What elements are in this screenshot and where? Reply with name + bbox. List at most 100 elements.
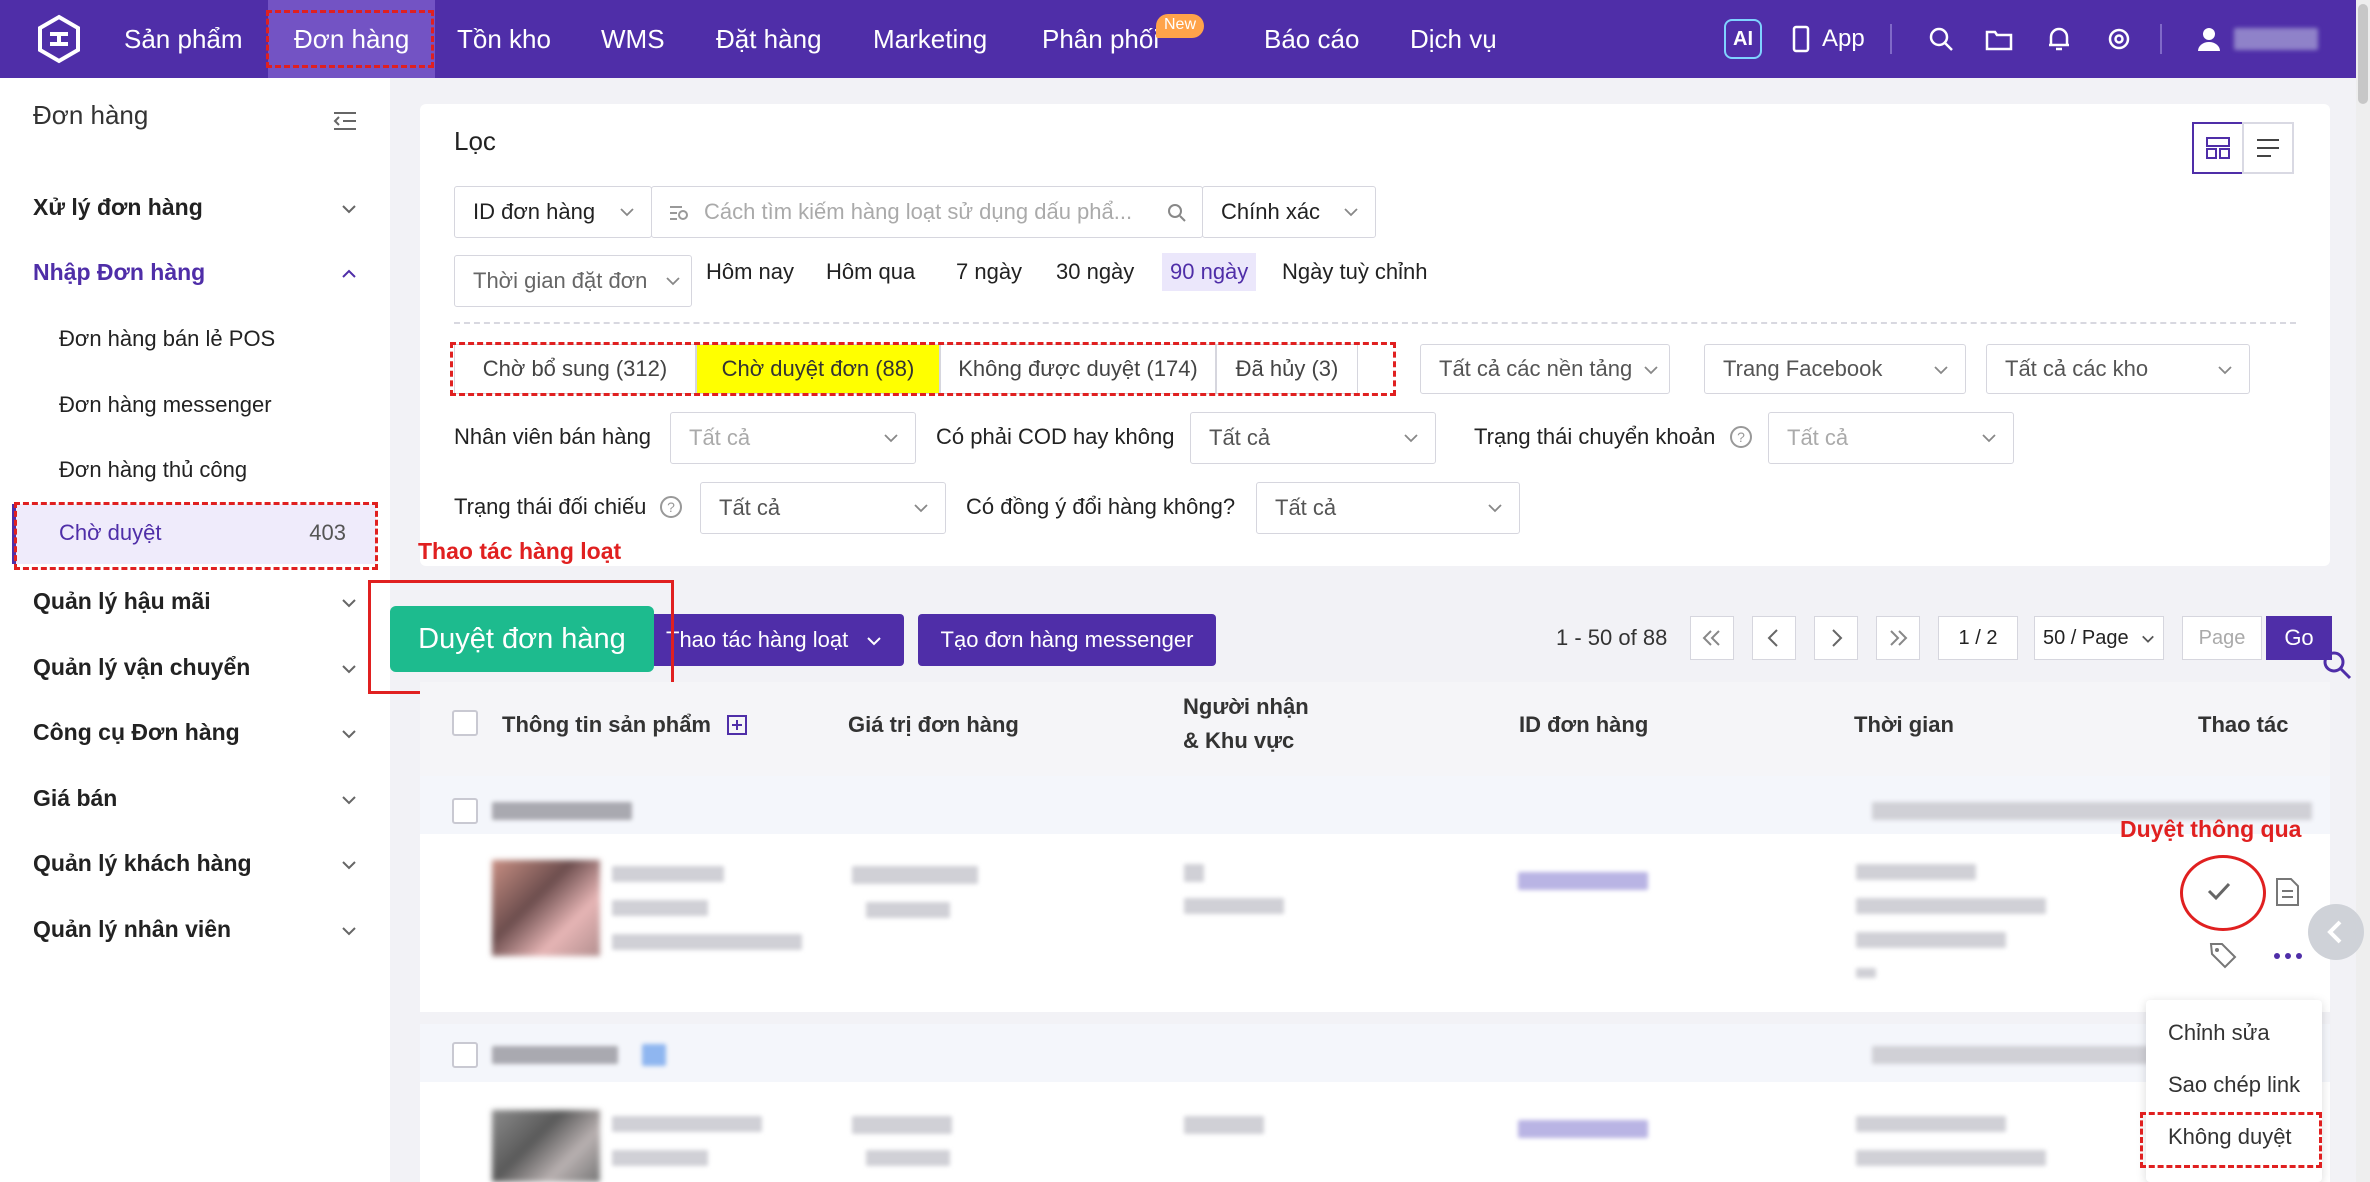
sidebar-section-order-tools[interactable]: Công cụ Đơn hàng [33, 719, 240, 746]
nav-wms[interactable]: WMS [601, 0, 665, 78]
product-name-blurred [612, 1116, 762, 1132]
date-7-days[interactable]: 7 ngày [948, 253, 1030, 291]
search-field-value: ID đơn hàng [473, 199, 596, 224]
collapse-panel-button[interactable] [2308, 904, 2364, 960]
page-scrollbar[interactable] [2356, 0, 2370, 1182]
chevron-down-icon[interactable] [340, 725, 358, 743]
scrollbar-thumb[interactable] [2358, 4, 2368, 104]
transfer-status-select[interactable]: Tất cả [1768, 412, 2014, 464]
previous-page-button[interactable] [1752, 616, 1796, 660]
page-size-select[interactable]: 50 / Page [2034, 616, 2164, 660]
region-blurred [1184, 898, 1284, 914]
sidebar-section-order-import[interactable]: Nhập Đơn hàng [33, 259, 205, 286]
sales-staff-value: Tất cả [689, 425, 751, 450]
exchange-select[interactable]: Tất cả [1256, 482, 1520, 534]
select-all-checkbox[interactable] [452, 710, 478, 736]
date-90-days[interactable]: 90 ngày [1162, 253, 1257, 291]
date-today[interactable]: Hôm nay [698, 253, 802, 291]
nav-marketing[interactable]: Marketing [873, 0, 987, 78]
pagination-range: 1 - 50 of 88 [1556, 625, 1668, 650]
chevron-down-icon[interactable] [340, 200, 358, 218]
sidebar-section-after-sales[interactable]: Quản lý hậu mãi [33, 588, 211, 615]
nav-reports[interactable]: Báo cáo [1264, 0, 1359, 78]
platform-select[interactable]: Tất cả các nền tảng [1420, 344, 1670, 394]
row-checkbox[interactable] [452, 1042, 478, 1068]
settings-icon[interactable] [2104, 24, 2134, 54]
sidebar-section-shipping[interactable]: Quản lý vận chuyển [33, 654, 250, 681]
sidebar-section-order-processing[interactable]: Xử lý đơn hàng [33, 194, 203, 221]
card-view-toggle[interactable] [2192, 122, 2244, 174]
header-recipient: Người nhận [1183, 694, 1309, 719]
batch-action-button[interactable]: Thao tác hàng loạt [640, 614, 904, 666]
sidebar-item-messenger-orders[interactable]: Đơn hàng messenger [59, 392, 272, 418]
warehouse-select[interactable]: Tất cả các kho [1986, 344, 2250, 394]
time-type-select[interactable]: Thời gian đặt đơn [454, 255, 692, 307]
match-mode-value: Chính xác [1221, 199, 1321, 224]
chevron-down-icon[interactable] [340, 594, 358, 612]
help-icon[interactable]: ? [660, 496, 682, 518]
date-yesterday[interactable]: Hôm qua [818, 253, 923, 291]
chevron-down-icon[interactable] [340, 922, 358, 940]
next-page-button[interactable] [1814, 616, 1858, 660]
row-checkbox[interactable] [452, 798, 478, 824]
collapse-sidebar-icon[interactable] [332, 110, 358, 132]
date-custom[interactable]: Ngày tuỳ chỉnh [1274, 253, 1436, 291]
time-line-blurred [1856, 968, 1876, 978]
user-icon[interactable] [2194, 24, 2224, 54]
cod-select[interactable]: Tất cả [1190, 412, 1436, 464]
sidebar-item-manual-orders[interactable]: Đơn hàng thủ công [59, 457, 247, 483]
sidebar-section-customers[interactable]: Quản lý khách hàng [33, 850, 252, 877]
ai-button[interactable]: AI [1724, 19, 1762, 59]
chevron-down-icon[interactable] [340, 791, 358, 809]
menu-item-copy-link[interactable]: Sao chép link [2168, 1072, 2300, 1098]
expand-plus-icon[interactable] [726, 714, 748, 736]
date-30-days[interactable]: 30 ngày [1048, 253, 1142, 291]
nav-services[interactable]: Dịch vụ [1410, 0, 1497, 78]
menu-item-edit[interactable]: Chỉnh sửa [2168, 1020, 2270, 1046]
folder-icon[interactable] [1984, 24, 2014, 54]
nav-products[interactable]: Sản phẩm [124, 0, 243, 78]
chevron-up-icon[interactable] [340, 265, 358, 283]
first-page-button[interactable] [1690, 616, 1734, 660]
last-page-button[interactable] [1876, 616, 1920, 660]
nav-purchase[interactable]: Đặt hàng [716, 0, 822, 78]
order-id-blurred[interactable] [1518, 1120, 1648, 1138]
list-view-toggle[interactable] [2242, 122, 2294, 174]
sidebar-section-staff[interactable]: Quản lý nhân viên [33, 916, 231, 943]
bell-icon[interactable] [2044, 24, 2074, 54]
chevron-down-icon[interactable] [340, 660, 358, 678]
search-field-select[interactable]: ID đơn hàng [454, 186, 652, 238]
transfer-status-label: Trạng thái chuyển khoản [1474, 424, 1716, 449]
search-icon[interactable] [1926, 24, 1956, 54]
nav-distribution[interactable]: Phân phối [1042, 0, 1159, 78]
create-messenger-order-button[interactable]: Tạo đơn hàng messenger [918, 614, 1216, 666]
reconcile-status-select[interactable]: Tất cả [700, 482, 946, 534]
double-chevron-right-icon [1890, 630, 1908, 646]
tag-icon[interactable] [2208, 940, 2238, 970]
product-thumbnail[interactable] [492, 860, 600, 956]
product-name-blurred [612, 866, 724, 882]
time-line-blurred [1856, 1116, 2006, 1132]
page-jump-input[interactable]: Page [2182, 616, 2262, 660]
product-thumbnail[interactable] [492, 1110, 600, 1182]
divider [454, 322, 2296, 324]
app-link[interactable]: App [1822, 0, 1865, 78]
help-icon[interactable]: ? [1730, 426, 1752, 448]
sidebar-section-pricing[interactable]: Giá bán [33, 785, 117, 812]
order-id-blurred[interactable] [1518, 872, 1648, 890]
facebook-page-select[interactable]: Trang Facebook [1704, 344, 1966, 394]
search-input[interactable]: Cách tìm kiếm hàng loạt sử dụng dấu phẩ.… [651, 186, 1203, 238]
match-mode-select[interactable]: Chính xác [1202, 186, 1376, 238]
mobile-icon[interactable] [1790, 24, 1812, 54]
chevron-left-icon [2327, 920, 2342, 944]
search-icon[interactable] [2320, 648, 2354, 682]
document-icon[interactable] [2272, 876, 2302, 908]
nav-inventory[interactable]: Tồn kho [457, 0, 551, 78]
platform-value: Tất cả các nền tảng [1439, 356, 1633, 381]
app-logo-icon[interactable] [34, 14, 84, 64]
sidebar-item-pos-orders[interactable]: Đơn hàng bán lẻ POS [59, 326, 275, 352]
search-icon[interactable] [1166, 202, 1188, 224]
more-options-icon[interactable] [2272, 946, 2304, 966]
sales-staff-select[interactable]: Tất cả [670, 412, 916, 464]
chevron-down-icon[interactable] [340, 856, 358, 874]
